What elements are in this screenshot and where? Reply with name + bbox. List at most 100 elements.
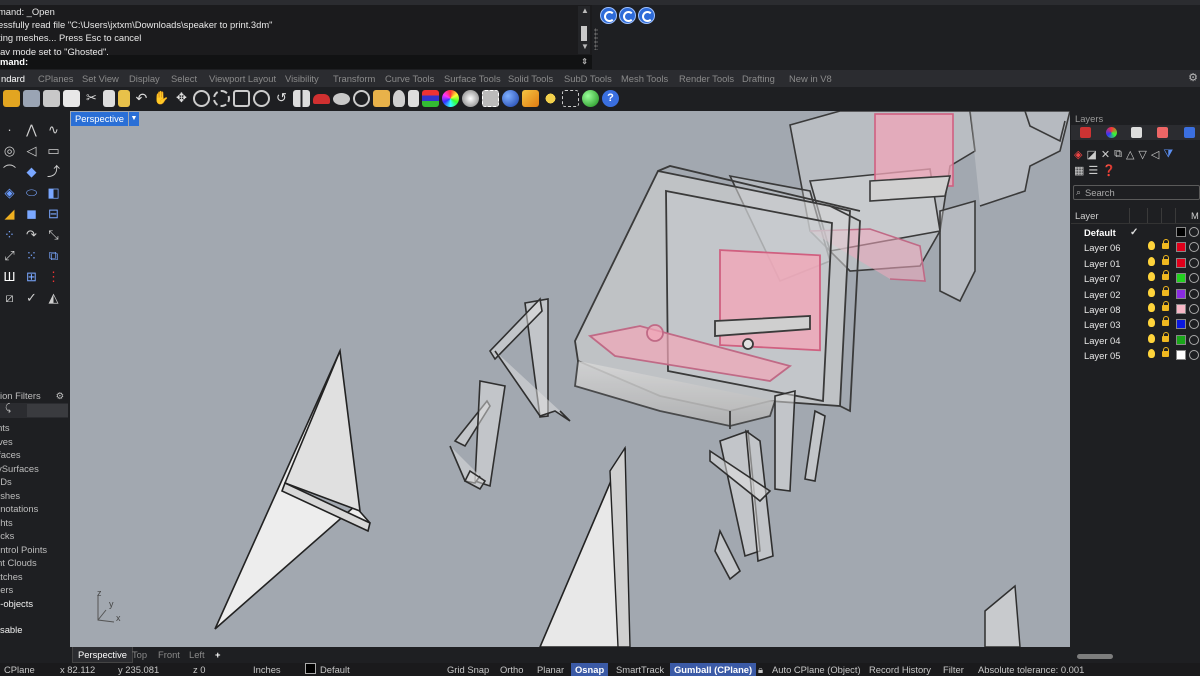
layer-column-header[interactable]: Layer [1075, 208, 1098, 223]
layer-row[interactable]: Layer 08 [1071, 301, 1200, 317]
delete-layer-icon[interactable]: ✕ [1101, 148, 1110, 161]
tab-standard[interactable]: ndard [1, 70, 25, 87]
tab-subd-tools[interactable]: SubD Tools [564, 70, 612, 87]
tab-surface-tools[interactable]: Surface Tools [444, 70, 501, 87]
selection-filter-item[interactable]: eshes [0, 489, 68, 503]
layer-row[interactable]: Layer 07 [1071, 270, 1200, 286]
tab-transform[interactable]: Transform [333, 70, 375, 87]
tab-render-tools[interactable]: Render Tools [679, 70, 734, 87]
curve-icon[interactable]: ∿ [44, 120, 63, 139]
layer-row[interactable]: Layer 05 [1071, 347, 1200, 363]
layer-color-swatch[interactable] [1176, 350, 1186, 361]
fillet-icon[interactable]: ⌒ [0, 162, 19, 181]
lightbulb-icon[interactable] [1148, 318, 1155, 328]
chevron-down-icon[interactable]: ▼ [128, 112, 139, 126]
gear-icon[interactable]: ⚙ [1188, 70, 1198, 87]
analyze-icon[interactable]: ⊞ [22, 267, 41, 286]
rhino-sync-icon[interactable] [619, 7, 636, 24]
undo-icon[interactable]: ↶ [133, 90, 150, 107]
filter-icon[interactable]: ⧩ [1163, 148, 1173, 161]
command-prompt[interactable]: mand: ⇕ [0, 55, 592, 69]
layer-material-icon[interactable] [1189, 257, 1199, 268]
ghosted-icon[interactable] [373, 90, 390, 107]
tab-curve-tools[interactable]: Curve Tools [385, 70, 434, 87]
planar-toggle[interactable]: Planar [537, 663, 564, 676]
selection-filter-item[interactable]: lySurfaces [0, 462, 68, 476]
disable-filter-label[interactable]: sable [0, 624, 22, 635]
rhino-update-icon[interactable] [600, 7, 617, 24]
layer-row[interactable]: Layer 03 [1071, 316, 1200, 332]
tab-select[interactable]: Select [171, 70, 197, 87]
lightbulb-icon[interactable] [1148, 303, 1155, 312]
auto-cplane-toggle[interactable]: Auto CPlane (Object) [772, 663, 861, 676]
layer-material-icon[interactable] [1189, 334, 1199, 345]
save-icon[interactable] [23, 90, 40, 107]
polyline-icon[interactable]: ⋀ [22, 120, 41, 139]
layer-name[interactable]: Layer 04 [1084, 333, 1120, 348]
rotate-icon[interactable]: ↷ [22, 225, 41, 244]
layer-name[interactable]: Layer 05 [1084, 348, 1120, 363]
selection-filters-box[interactable] [27, 404, 68, 417]
dimension-icon[interactable]: Ш [0, 267, 19, 286]
tab-solid-tools[interactable]: Solid Tools [508, 70, 553, 87]
zoom-window-icon[interactable] [213, 90, 230, 107]
copy-icon[interactable] [103, 90, 115, 107]
viewport-tab-front[interactable]: Front [158, 647, 180, 663]
wireframe-icon[interactable] [333, 92, 350, 105]
materials-tab-icon[interactable] [1157, 127, 1168, 138]
layer-name[interactable]: Layer 06 [1084, 240, 1120, 255]
open-icon[interactable] [3, 90, 20, 107]
paste-icon[interactable] [118, 90, 130, 107]
layer-material-icon[interactable] [1189, 350, 1199, 361]
selection-filter-item[interactable]: rfaces [0, 448, 68, 462]
box-icon[interactable]: ◈ [0, 183, 19, 202]
layer-name[interactable]: Default [1084, 225, 1116, 240]
array-icon[interactable]: ⁙ [22, 246, 41, 265]
gear-icon[interactable]: ⚙ [56, 389, 64, 403]
collapse-icon[interactable]: ◁ [1151, 148, 1159, 161]
layer-material-icon[interactable] [1189, 319, 1199, 330]
unlock-icon[interactable] [1162, 347, 1169, 358]
layer-name[interactable]: Layer 03 [1084, 317, 1120, 332]
unlock-icon[interactable] [1162, 285, 1169, 296]
zoom-icon[interactable] [193, 90, 210, 107]
units-label[interactable]: Inches [253, 663, 281, 676]
layer-name[interactable]: Layer 08 [1084, 302, 1120, 317]
unlock-icon[interactable] [1162, 254, 1169, 265]
selection-filter-item[interactable]: int Clouds [0, 556, 68, 570]
paint-icon[interactable] [522, 90, 539, 107]
selection-filter-item[interactable]: ghts [0, 516, 68, 530]
arc-icon[interactable]: ◁ [22, 141, 41, 160]
copy-layer-icon[interactable]: ⧉ [1114, 148, 1122, 161]
tab-set-view[interactable]: Set View [82, 70, 119, 87]
undo-view-icon[interactable]: ↺ [273, 90, 290, 107]
selection-filter-item[interactable]: b-objects [0, 597, 68, 611]
viewport-title-tab[interactable]: Perspective ▼ [71, 112, 139, 126]
scroll-up-icon[interactable]: ▲ [581, 6, 589, 15]
selection-filter-item[interactable]: nnotations [0, 502, 68, 516]
tab-display[interactable]: Display [129, 70, 160, 87]
hatch-icon[interactable]: ⧄ [0, 288, 19, 307]
mirror-icon[interactable]: ⧉ [44, 246, 63, 265]
material-column-header[interactable]: M [1191, 208, 1199, 223]
layer-color-swatch[interactable] [1176, 319, 1186, 330]
properties-icon[interactable]: ◭ [44, 288, 63, 307]
layer-row[interactable]: Layer 01 [1071, 254, 1200, 271]
extrude-icon[interactable]: ⤴ [44, 162, 63, 181]
lightbulb-icon[interactable] [1148, 272, 1155, 282]
color-wheel-icon[interactable] [442, 90, 459, 107]
tab-viewport-layout[interactable]: Viewport Layout [209, 70, 276, 87]
material-icon[interactable] [502, 90, 519, 107]
zoom-extents-icon[interactable] [233, 90, 250, 107]
options-icon[interactable] [542, 90, 559, 107]
layer-icon[interactable] [422, 90, 439, 107]
text-icon[interactable]: ⋮ [44, 267, 63, 286]
tab-cplanes[interactable]: CPlanes [38, 70, 73, 87]
selection-filter-item[interactable]: atches [0, 570, 68, 584]
move-down-icon[interactable]: ▽ [1138, 148, 1146, 161]
lightbulb-icon[interactable] [1148, 241, 1155, 251]
unlock-icon[interactable] [1162, 301, 1169, 311]
tab-mesh-tools[interactable]: Mesh Tools [621, 70, 668, 87]
viewport-tab-perspective[interactable]: Perspective [72, 647, 133, 663]
perspective-viewport[interactable] [70, 111, 1070, 647]
